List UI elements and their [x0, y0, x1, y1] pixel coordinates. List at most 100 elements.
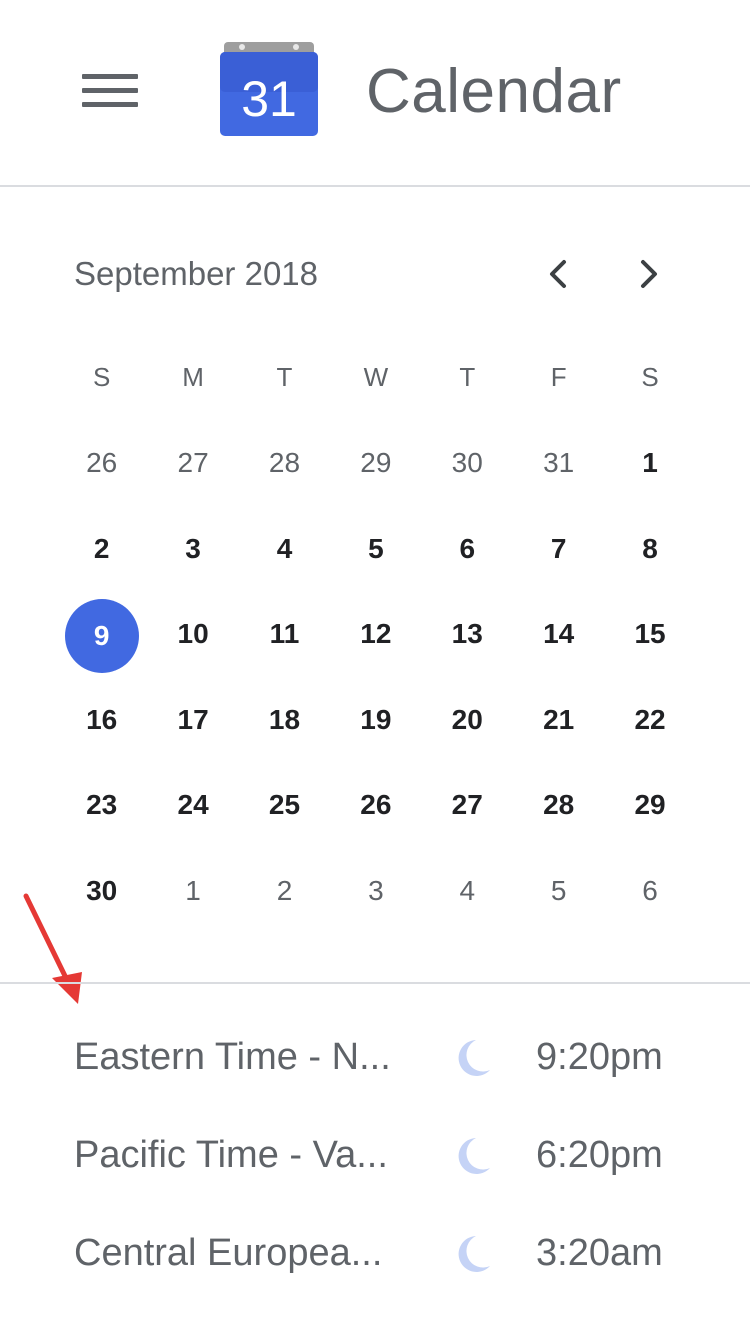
day-cell[interactable]: 27: [147, 420, 238, 505]
day-cell[interactable]: 8: [604, 506, 695, 591]
day-cell[interactable]: 6: [604, 848, 695, 933]
day-cell[interactable]: 11: [239, 591, 330, 676]
world-clock-list: Eastern Time - N... 9:20pm Pacific Time …: [0, 1010, 750, 1304]
day-cell[interactable]: 4: [239, 506, 330, 591]
day-cell[interactable]: 16: [56, 677, 147, 762]
day-number: 7: [550, 532, 567, 564]
next-month-button[interactable]: [623, 248, 675, 300]
day-number: 6: [459, 532, 476, 564]
day-cell[interactable]: 26: [330, 762, 421, 847]
week-row: 23 24 25 26 27 28 29: [56, 762, 696, 848]
day-cell[interactable]: 30: [422, 420, 513, 505]
day-number: 29: [634, 789, 666, 821]
day-cell[interactable]: 31: [513, 420, 604, 505]
day-cell[interactable]: 20: [422, 677, 513, 762]
day-cell[interactable]: 19: [330, 677, 421, 762]
day-number: 26: [86, 447, 118, 479]
day-cell[interactable]: 5: [330, 506, 421, 591]
moon-icon: [458, 1138, 490, 1174]
day-cell[interactable]: 13: [422, 591, 513, 676]
weekday-label: T: [276, 362, 293, 392]
day-cell[interactable]: 3: [147, 506, 238, 591]
timezone-row[interactable]: Eastern Time - N... 9:20pm: [0, 1010, 750, 1108]
day-number: 3: [185, 532, 201, 564]
day-cell[interactable]: 24: [147, 762, 238, 847]
day-cell[interactable]: 27: [422, 762, 513, 847]
app-title: Calendar: [366, 57, 622, 126]
day-number: 9: [64, 598, 139, 673]
day-cell[interactable]: 14: [513, 591, 604, 676]
svg-text:31: 31: [241, 71, 297, 127]
chevron-left-icon: [550, 260, 566, 288]
timezone-row[interactable]: Pacific Time - Va... 6:20pm: [0, 1108, 750, 1206]
day-number: 16: [86, 703, 118, 735]
day-number: 31: [543, 447, 575, 479]
day-cell[interactable]: 7: [513, 506, 604, 591]
day-number: 20: [451, 703, 483, 735]
menu-button[interactable]: [72, 58, 148, 122]
timezone-name: Eastern Time - N...: [74, 1036, 391, 1078]
timezone-name: Central Europea...: [74, 1232, 383, 1274]
prev-month-button[interactable]: [532, 248, 584, 300]
week-row: 30 1 2 3 4 5 6: [56, 848, 696, 934]
weekday-label: M: [182, 362, 204, 392]
moon-icon: [458, 1236, 490, 1272]
day-cell[interactable]: 4: [422, 848, 513, 933]
day-cell[interactable]: 1: [604, 420, 695, 505]
day-number: 23: [86, 789, 118, 821]
day-cell[interactable]: 28: [513, 762, 604, 847]
day-cell[interactable]: 21: [513, 677, 604, 762]
weekday-header-row: S M T W T F S: [56, 335, 696, 420]
day-cell[interactable]: 22: [604, 677, 695, 762]
day-cell[interactable]: 28: [239, 420, 330, 505]
weekday-label: F: [550, 362, 567, 392]
day-number: 21: [543, 703, 575, 735]
weekday-label: W: [363, 362, 389, 392]
chevron-right-icon: [641, 260, 657, 288]
day-cell[interactable]: 23: [56, 762, 147, 847]
day-number: 25: [268, 789, 301, 821]
day-cell[interactable]: 6: [422, 506, 513, 591]
day-number: 19: [360, 703, 392, 735]
day-cell[interactable]: 2: [56, 506, 147, 591]
annotation-arrow-icon: [18, 892, 88, 1008]
day-number: 27: [177, 447, 209, 479]
day-cell[interactable]: 15: [604, 591, 695, 676]
timezone-time: 6:20pm: [536, 1134, 663, 1176]
day-number: 15: [634, 618, 666, 650]
week-row: 2 3 4 5 6 7 8: [56, 506, 696, 592]
day-cell[interactable]: 12: [330, 591, 421, 676]
day-number: 5: [368, 532, 384, 564]
day-number: 2: [276, 874, 293, 906]
day-number: 28: [268, 447, 301, 479]
timezone-row[interactable]: Central Europea... 3:20am: [0, 1206, 750, 1304]
day-cell[interactable]: 25: [239, 762, 330, 847]
timezone-time: 9:20pm: [536, 1036, 663, 1078]
day-cell[interactable]: 10: [147, 591, 238, 676]
day-number: 27: [451, 789, 483, 821]
day-number: 28: [543, 789, 575, 821]
week-row: 16 17 18 19 20 21 22: [56, 677, 696, 763]
moon-icon: [458, 1040, 490, 1076]
day-cell[interactable]: 5: [513, 848, 604, 933]
week-row: 9 10 11 12 13 14 15: [56, 591, 696, 677]
day-number: 12: [360, 618, 392, 650]
day-cell[interactable]: 26: [56, 420, 147, 505]
month-label: September 2018: [74, 255, 319, 292]
timezone-time: 3:20am: [536, 1232, 663, 1274]
app-header: 31 Calendar: [0, 0, 750, 187]
day-number: 18: [268, 703, 301, 735]
calendar-app: 31 Calendar September 2018 S M T W T F S…: [0, 0, 750, 1326]
day-number: 2: [93, 532, 110, 564]
day-number: 10: [177, 618, 209, 650]
day-cell[interactable]: 2: [239, 848, 330, 933]
day-cell-today[interactable]: 9: [56, 591, 147, 676]
weekday-label: S: [93, 362, 111, 392]
day-cell[interactable]: 3: [330, 848, 421, 933]
day-cell[interactable]: 18: [239, 677, 330, 762]
day-number: 30: [451, 447, 483, 479]
day-cell[interactable]: 29: [604, 762, 695, 847]
day-cell[interactable]: 1: [147, 848, 238, 933]
day-cell[interactable]: 17: [147, 677, 238, 762]
day-cell[interactable]: 29: [330, 420, 421, 505]
